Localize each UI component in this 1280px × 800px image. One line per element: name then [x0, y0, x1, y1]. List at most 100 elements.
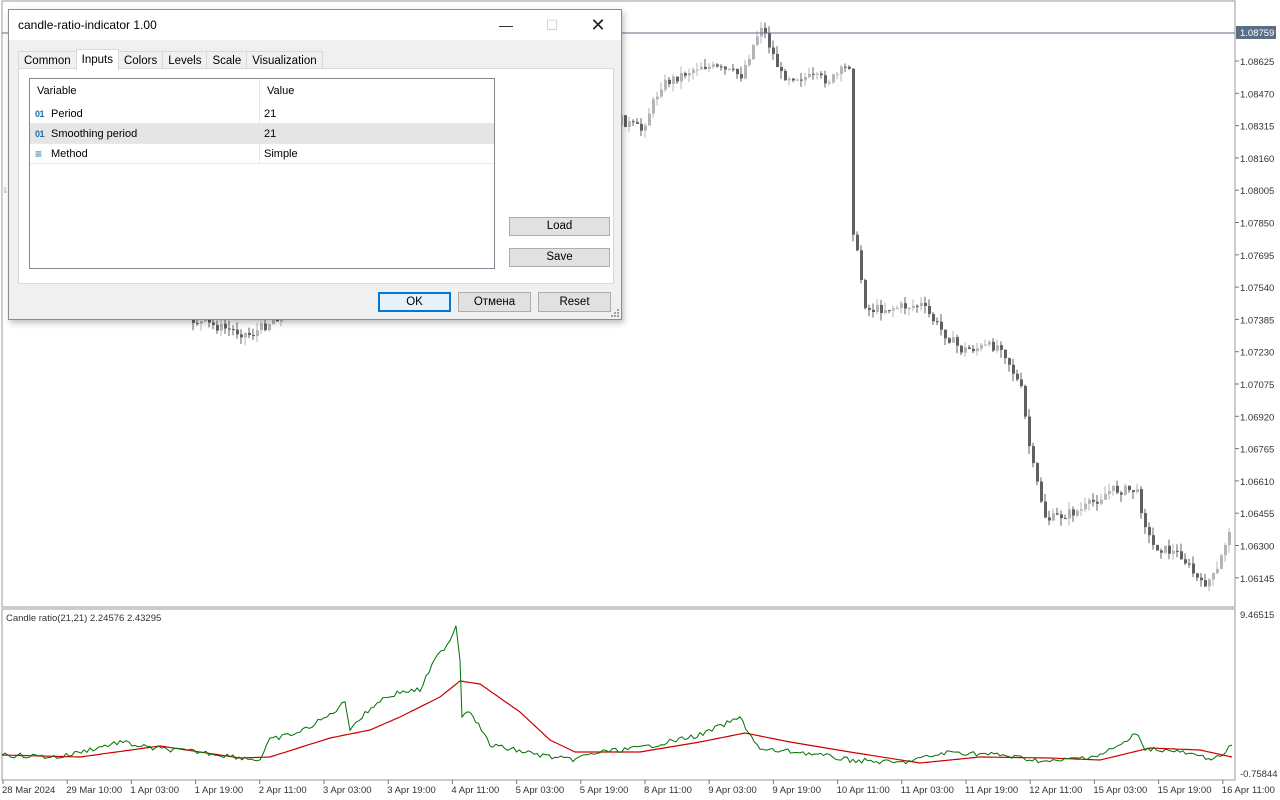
candle-body — [1220, 555, 1223, 569]
time-label: 12 Apr 11:00 — [1029, 785, 1082, 796]
time-label: 28 Mar 2024 — [2, 785, 55, 796]
candle-body — [728, 68, 731, 70]
price-label: 1.08625 — [1240, 57, 1274, 68]
load-button[interactable]: Load — [509, 217, 610, 236]
candle-body — [1124, 485, 1127, 495]
candle-body — [892, 308, 895, 311]
time-label: 3 Apr 03:00 — [323, 785, 372, 796]
minimize-icon[interactable]: — — [483, 10, 529, 40]
candle-body — [4, 191, 7, 193]
column-header-value[interactable]: Value — [260, 79, 494, 103]
candle-body — [944, 329, 947, 339]
close-icon[interactable]: ✕ — [575, 10, 621, 40]
price-label: 1.07540 — [1240, 283, 1274, 294]
cancel-button[interactable]: Отмена — [458, 292, 531, 312]
candle-body — [984, 344, 987, 346]
candle-body — [224, 323, 227, 329]
candle-body — [820, 73, 823, 76]
candle-body — [996, 345, 999, 351]
candle-body — [772, 47, 775, 54]
price-label: 1.08470 — [1240, 89, 1274, 100]
grid-row-smoothing-period[interactable]: 01 Smoothing period 21 — [30, 124, 494, 144]
candle-body — [736, 68, 739, 75]
candle-body — [836, 73, 839, 75]
inputs-grid: Variable Value 01 Period 21 01 Smoothing… — [29, 78, 495, 269]
candle-body — [1064, 518, 1067, 520]
candle-body — [1052, 513, 1055, 521]
candle-body — [1204, 580, 1207, 587]
tab-inputs[interactable]: Inputs — [75, 49, 119, 70]
candle-body — [792, 78, 795, 81]
candle-body — [1024, 386, 1027, 417]
candle-body — [760, 27, 763, 37]
candle-body — [268, 324, 271, 331]
value-method[interactable]: Simple — [260, 144, 494, 163]
int-param-icon: 01 — [35, 128, 45, 139]
candle-body — [660, 89, 663, 97]
candle-body — [1216, 568, 1219, 574]
candle-body — [264, 323, 267, 331]
dialog-titlebar[interactable]: candle-ratio-indicator 1.00 — ☐ ✕ — [9, 10, 621, 40]
time-label: 5 Apr 19:00 — [580, 785, 629, 796]
candle-body — [964, 347, 967, 353]
candle-body — [1208, 579, 1211, 587]
candle-body — [624, 115, 627, 127]
save-button[interactable]: Save — [509, 248, 610, 267]
candle-body — [1108, 490, 1111, 495]
candle-body — [788, 78, 791, 81]
candle-body — [916, 305, 919, 307]
candle-body — [1088, 499, 1091, 504]
candle-body — [232, 329, 235, 331]
candle-body — [796, 79, 799, 81]
ratio-line — [1, 625, 1233, 765]
candle-body — [948, 338, 951, 343]
reset-button[interactable]: Reset — [538, 292, 611, 312]
candle-body — [1032, 446, 1035, 464]
ok-button[interactable]: OK — [378, 292, 451, 312]
candle-body — [680, 73, 683, 82]
candle-body — [752, 44, 755, 60]
price-label: 1.07230 — [1240, 348, 1274, 359]
time-label: 10 Apr 11:00 — [837, 785, 890, 796]
int-param-icon: 01 — [35, 108, 45, 119]
time-label: 5 Apr 03:00 — [516, 785, 565, 796]
candle-body — [784, 70, 787, 81]
current-price-label: 1.08759 — [1240, 28, 1274, 39]
time-label: 9 Apr 03:00 — [708, 785, 757, 796]
candle-body — [868, 308, 871, 310]
value-period[interactable]: 21 — [260, 104, 494, 123]
price-label: 1.06145 — [1240, 574, 1274, 585]
candle-body — [648, 113, 651, 126]
column-header-variable[interactable]: Variable — [30, 79, 260, 103]
candle-body — [1072, 509, 1075, 516]
time-label: 3 Apr 19:00 — [387, 785, 436, 796]
candle-body — [1120, 492, 1123, 495]
time-label: 16 Apr 11:00 — [1222, 785, 1275, 796]
cell-variable: ≡ Method — [30, 144, 260, 163]
grid-row-period[interactable]: 01 Period 21 — [30, 104, 494, 124]
candle-body — [260, 323, 263, 331]
candle-body — [900, 303, 903, 308]
candle-body — [1068, 509, 1071, 519]
time-label: 4 Apr 11:00 — [451, 785, 499, 796]
time-axis: 28 Mar 2024 29 Mar 10:00 1 Apr 03:00 1 Apr … — [2, 780, 1275, 796]
grid-row-method[interactable]: ≡ Method Simple — [30, 144, 494, 164]
candle-body — [1224, 545, 1227, 556]
candle-body — [1104, 494, 1107, 500]
candle-body — [1140, 489, 1143, 514]
variable-name: Smoothing period — [51, 127, 138, 140]
time-label: 8 Apr 11:00 — [644, 785, 692, 796]
candle-body — [716, 64, 719, 67]
resize-grip-icon[interactable] — [609, 307, 619, 317]
time-label: 2 Apr 11:00 — [259, 785, 307, 796]
candle-body — [228, 328, 231, 330]
candle-body — [272, 319, 275, 325]
time-label: 15 Apr 19:00 — [1158, 785, 1212, 796]
candle-body — [848, 66, 851, 69]
candle-body — [1020, 379, 1023, 387]
value-smoothing-period[interactable]: 21 — [260, 124, 494, 143]
candle-body — [1148, 527, 1151, 536]
candle-body — [768, 33, 771, 48]
candle-body — [252, 335, 255, 337]
price-label: 1.07385 — [1240, 315, 1274, 326]
